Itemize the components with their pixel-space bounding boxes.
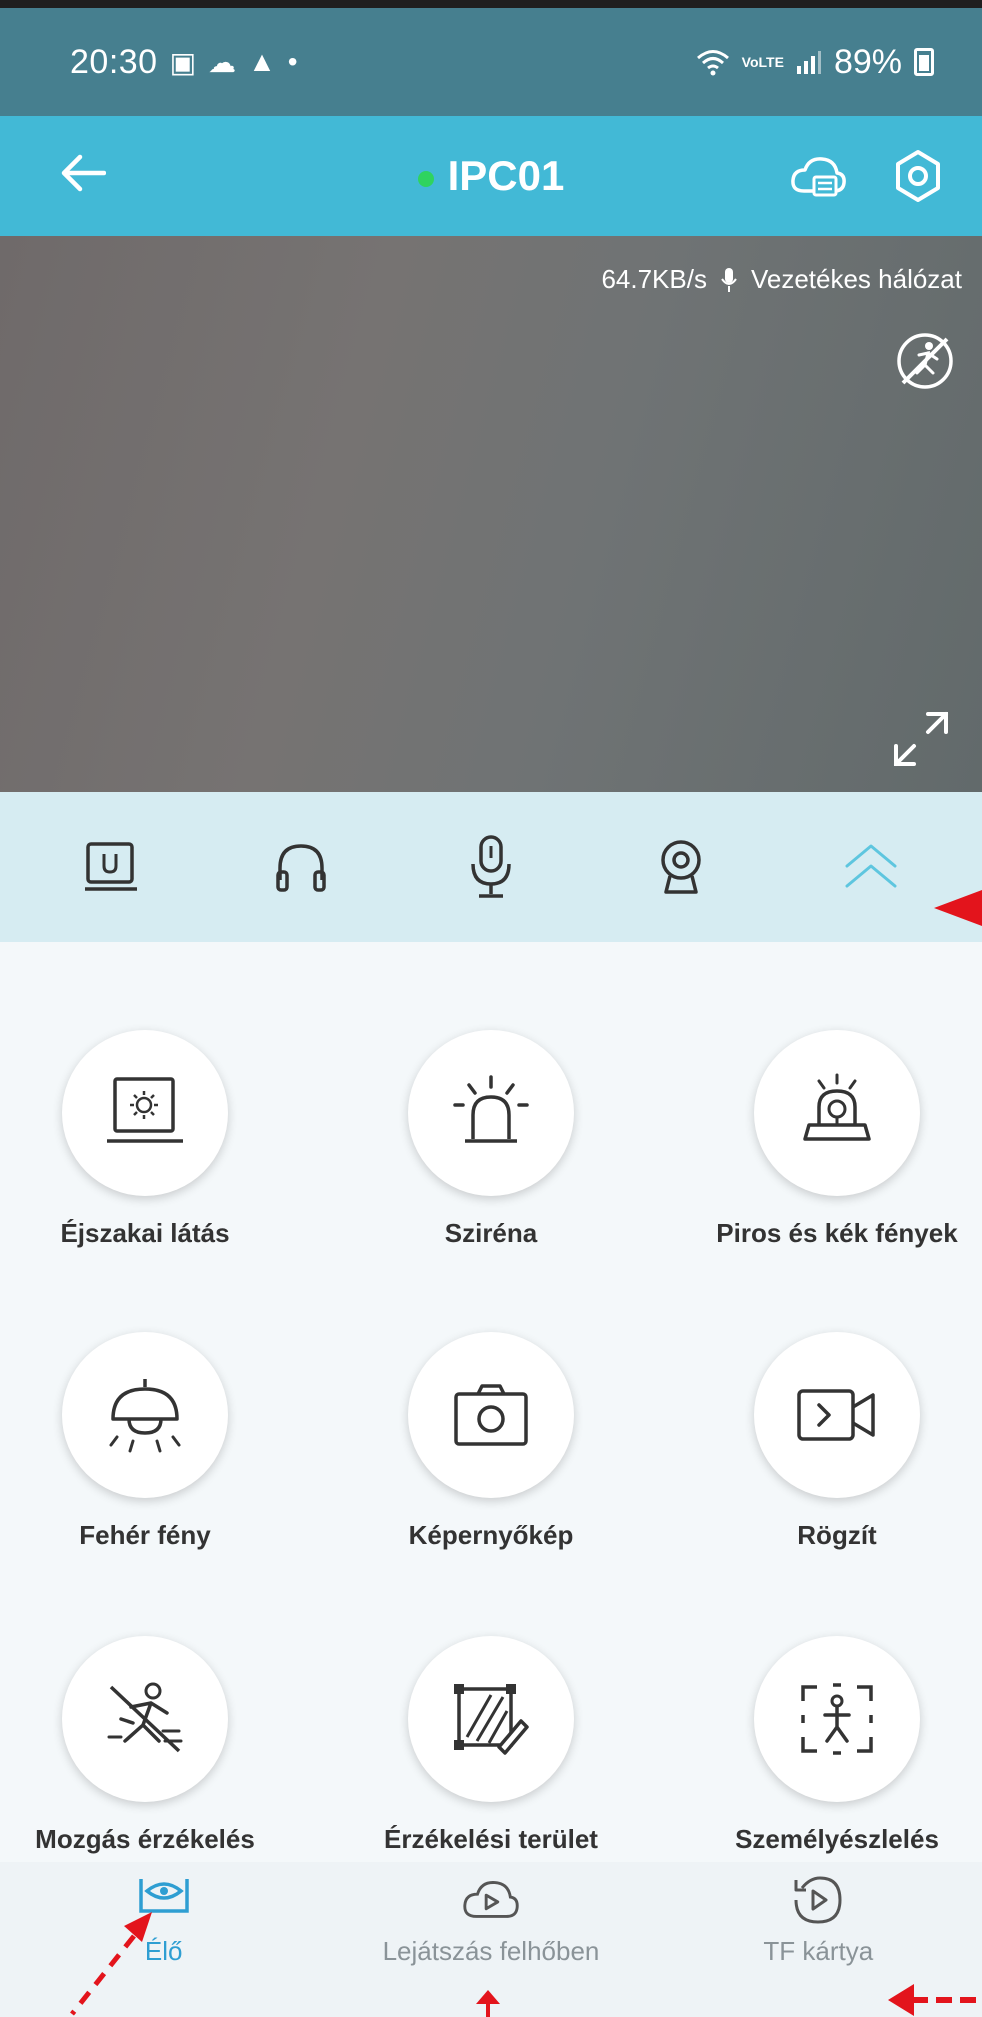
camera-icon — [454, 1384, 528, 1446]
replay-icon — [794, 1876, 842, 1924]
feature-draw-area[interactable]: Érzékelési terület rajzolása — [351, 1636, 631, 1892]
video-record-icon — [797, 1389, 875, 1441]
nav-label: Lejátszás felhőben — [382, 1936, 600, 1966]
online-status-dot — [417, 170, 434, 187]
control-bar — [0, 792, 982, 942]
volte-icon: VoLTE — [741, 54, 784, 70]
nav-icon-wrap — [461, 1872, 521, 1928]
status-bar: 20:30 ▣ ☁ ▲ • VoLTE 89% — [0, 0, 982, 116]
gear-icon — [896, 150, 940, 202]
feature-label: Mozgás érzékelés — [35, 1824, 255, 1854]
cloud-storage-icon — [791, 157, 846, 197]
app-header: IPC01 — [0, 116, 982, 236]
app-screen: 20:30 ▣ ☁ ▲ • VoLTE 89% IPC01 64.7KB/s V… — [0, 0, 982, 2017]
night-vision-toggle[interactable] — [63, 819, 159, 915]
feature-night-vision[interactable]: Éjszakai látás — [5, 1030, 285, 1251]
feature-motion-detection[interactable]: Mozgás érzékelés — [5, 1636, 285, 1857]
network-type-label: Vezetékes hálózat — [750, 264, 962, 294]
nav-live[interactable]: Élő — [14, 1872, 314, 1967]
feature-label: Éjszakai látás — [60, 1218, 230, 1248]
cloud-play-icon — [463, 1881, 519, 1918]
weather-icon: ▲ — [248, 46, 276, 77]
police-light-icon — [803, 1073, 871, 1141]
microphone-icon — [471, 835, 511, 898]
ptz-button[interactable] — [633, 819, 729, 915]
feature-button[interactable] — [62, 1636, 228, 1802]
bottom-nav: Élő Lejátszás felhőben TF kártya — [0, 1862, 982, 2017]
status-time: 20:30 — [70, 42, 158, 81]
feature-screenshot[interactable]: Képernyőkép — [351, 1332, 631, 1553]
status-left: 20:30 ▣ ☁ ▲ • — [70, 43, 298, 82]
feature-button[interactable] — [408, 1636, 574, 1802]
draw-area-icon — [454, 1684, 529, 1755]
feature-button[interactable] — [62, 1332, 228, 1498]
ceiling-lamp-icon — [109, 1379, 181, 1453]
feature-button[interactable] — [754, 1332, 920, 1498]
feature-button[interactable] — [62, 1030, 228, 1196]
nav-tf-card[interactable]: TF kártya — [668, 1872, 968, 1967]
expand-icon — [894, 712, 948, 766]
feature-button[interactable] — [408, 1332, 574, 1498]
feature-siren[interactable]: Sziréna — [351, 1030, 631, 1251]
device-name: IPC01 — [447, 152, 565, 199]
feature-button[interactable] — [754, 1636, 920, 1802]
feature-button[interactable] — [408, 1030, 574, 1196]
motion-detection-icon — [107, 1682, 183, 1753]
nav-cloud-playback[interactable]: Lejátszás felhőben — [341, 1872, 641, 1967]
feature-white-light[interactable]: Fehér fény — [5, 1332, 285, 1553]
double-chevron-up-icon — [845, 844, 897, 888]
nav-label: TF kártya — [763, 1936, 874, 1966]
header-actions — [790, 148, 946, 204]
feature-label: Sziréna — [444, 1218, 538, 1248]
feature-label: Piros és kék fények — [716, 1218, 958, 1248]
webcam-icon — [661, 840, 701, 894]
nav-icon-wrap — [134, 1872, 194, 1928]
person-tracking-icon — [801, 1683, 873, 1755]
battery-icon — [914, 48, 934, 76]
feature-label: Képernyőkép — [408, 1520, 574, 1550]
feature-button[interactable] — [754, 1030, 920, 1196]
motion-alert-toggle[interactable] — [890, 326, 960, 396]
nav-icon-wrap — [788, 1872, 848, 1928]
feature-grid: Éjszakai látás Sziréna Piros és kék fény… — [0, 942, 982, 1889]
video-stats: 64.7KB/s Vezetékes hálózat — [601, 264, 962, 295]
status-right: VoLTE 89% — [696, 43, 934, 82]
cloud-storage-button[interactable] — [790, 148, 846, 204]
feature-record[interactable]: Rögzít — [697, 1332, 977, 1553]
cloud-icon: ☁ — [208, 46, 237, 78]
gallery-icon: ▣ — [169, 46, 197, 78]
signal-icon — [796, 51, 821, 74]
feature-label: Rögzít — [797, 1520, 877, 1550]
monitor-u-icon — [85, 842, 137, 891]
bitrate-label: 64.7KB/s — [601, 264, 707, 294]
battery-percent: 89% — [833, 42, 902, 81]
settings-button[interactable] — [890, 148, 946, 204]
night-vision-icon — [107, 1077, 183, 1143]
fullscreen-button[interactable] — [888, 706, 954, 772]
live-video-view[interactable]: 64.7KB/s Vezetékes hálózat — [0, 236, 982, 792]
feature-label: Fehér fény — [79, 1520, 211, 1550]
arrow-left-icon — [61, 154, 107, 192]
headphones-icon — [276, 844, 326, 892]
collapse-panel-button[interactable] — [823, 819, 919, 915]
back-button[interactable] — [60, 151, 107, 201]
wifi-icon — [696, 50, 729, 76]
eye-icon — [138, 1879, 189, 1913]
nav-label: Élő — [144, 1936, 183, 1966]
talk-button[interactable] — [443, 819, 539, 915]
feature-person-tracking[interactable]: Személyészlelés nyomon — [697, 1636, 977, 1892]
feature-police-lights[interactable]: Piros és kék fények — [697, 1030, 977, 1251]
notification-dot-icon: • — [287, 46, 298, 77]
motion-off-icon — [897, 333, 953, 389]
audio-listen-button[interactable] — [253, 819, 349, 915]
siren-icon — [453, 1075, 529, 1143]
mic-small-icon — [721, 267, 737, 292]
